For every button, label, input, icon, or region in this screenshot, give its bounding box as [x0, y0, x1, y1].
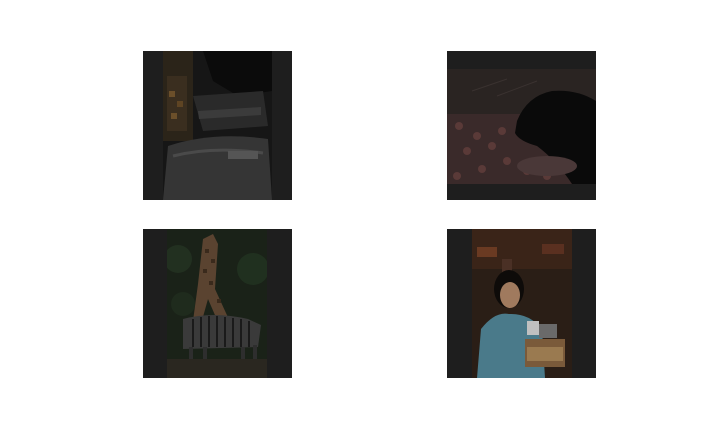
- image-grid: [0, 0, 720, 432]
- image-tile-child-restaurant: [447, 229, 596, 378]
- child-restaurant-image: [447, 229, 596, 378]
- dog-on-bed-image: [447, 51, 596, 200]
- giraffe-zebras-image: [143, 229, 292, 378]
- image-tile-interior-scene: [143, 51, 292, 200]
- image-tile-dog-on-bed: [447, 51, 596, 200]
- image-tile-giraffe-zebras: [143, 229, 292, 378]
- interior-scene-image: [143, 51, 292, 200]
